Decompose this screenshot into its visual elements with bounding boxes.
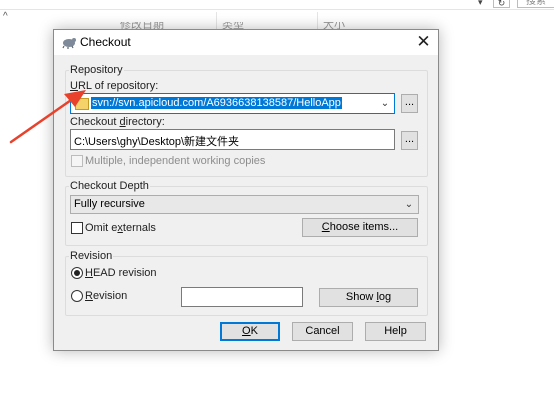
dialog-titlebar[interactable]: Checkout ✕	[54, 30, 438, 55]
url-combobox[interactable]: svn://svn.apicloud.com/A6936638138587/He…	[70, 93, 395, 114]
revision-label: Revision	[85, 290, 128, 302]
url-label: URL of repository:	[70, 80, 159, 92]
refresh-icon[interactable]: ↻	[493, 0, 510, 8]
help-button[interactable]: Help	[365, 322, 426, 341]
ok-button[interactable]: OK	[220, 322, 280, 341]
chevron-down-icon[interactable]: ⌄	[378, 96, 392, 111]
browse-directory-button[interactable]: ...	[401, 131, 418, 150]
revision-group	[65, 256, 428, 316]
explorer-address-bar	[0, 0, 554, 10]
revision-group-label: Revision	[69, 250, 114, 262]
chevron-up-icon[interactable]: ^	[3, 11, 8, 22]
depth-select[interactable]: Fully recursive ⌄	[70, 195, 419, 214]
head-revision-radio[interactable]	[71, 267, 83, 279]
depth-value: Fully recursive	[74, 198, 145, 210]
multiple-copies-checkbox[interactable]	[71, 155, 83, 167]
directory-label: Checkout directory:	[70, 116, 165, 128]
screen: ▾ ↻ 搜索 ^ 修改日期 类型 大小 Checkout ✕ Repositor…	[0, 0, 554, 411]
omit-externals-checkbox[interactable]	[71, 222, 83, 234]
multiple-copies-label: Multiple, independent working copies	[85, 155, 266, 167]
browse-url-button[interactable]: ...	[401, 94, 418, 113]
tortoise-icon	[61, 35, 77, 49]
chevron-down-icon[interactable]: ⌄	[402, 197, 416, 212]
revision-radio[interactable]	[71, 290, 83, 302]
close-icon[interactable]: ✕	[409, 31, 438, 53]
address-dropdown-icon[interactable]: ▾	[478, 0, 483, 8]
head-revision-label: HEAD revision	[85, 267, 157, 279]
dialog-title: Checkout	[80, 35, 131, 49]
url-value[interactable]: svn://svn.apicloud.com/A6936638138587/He…	[91, 97, 342, 109]
search-box-label: 搜索	[526, 0, 546, 7]
explorer-search-box[interactable]: 搜索	[517, 0, 554, 8]
choose-items-button[interactable]: Choose items...	[302, 218, 418, 237]
checkout-dialog: Checkout ✕ Repository URL of repository:…	[53, 29, 439, 351]
revision-input[interactable]	[181, 287, 303, 307]
show-log-button[interactable]: Show log	[319, 288, 418, 307]
checkout-directory-field[interactable]: C:\Users\ghy\Desktop\新建文件夹	[70, 129, 395, 150]
checkout-depth-label: Checkout Depth	[69, 180, 150, 192]
checkout-directory-value: C:\Users\ghy\Desktop\新建文件夹	[74, 136, 240, 148]
cancel-button[interactable]: Cancel	[292, 322, 353, 341]
radio-selected-dot	[74, 270, 80, 276]
url-history-icon	[75, 98, 89, 110]
omit-externals-label: Omit externals	[85, 222, 156, 234]
repository-group-label: Repository	[69, 64, 124, 76]
